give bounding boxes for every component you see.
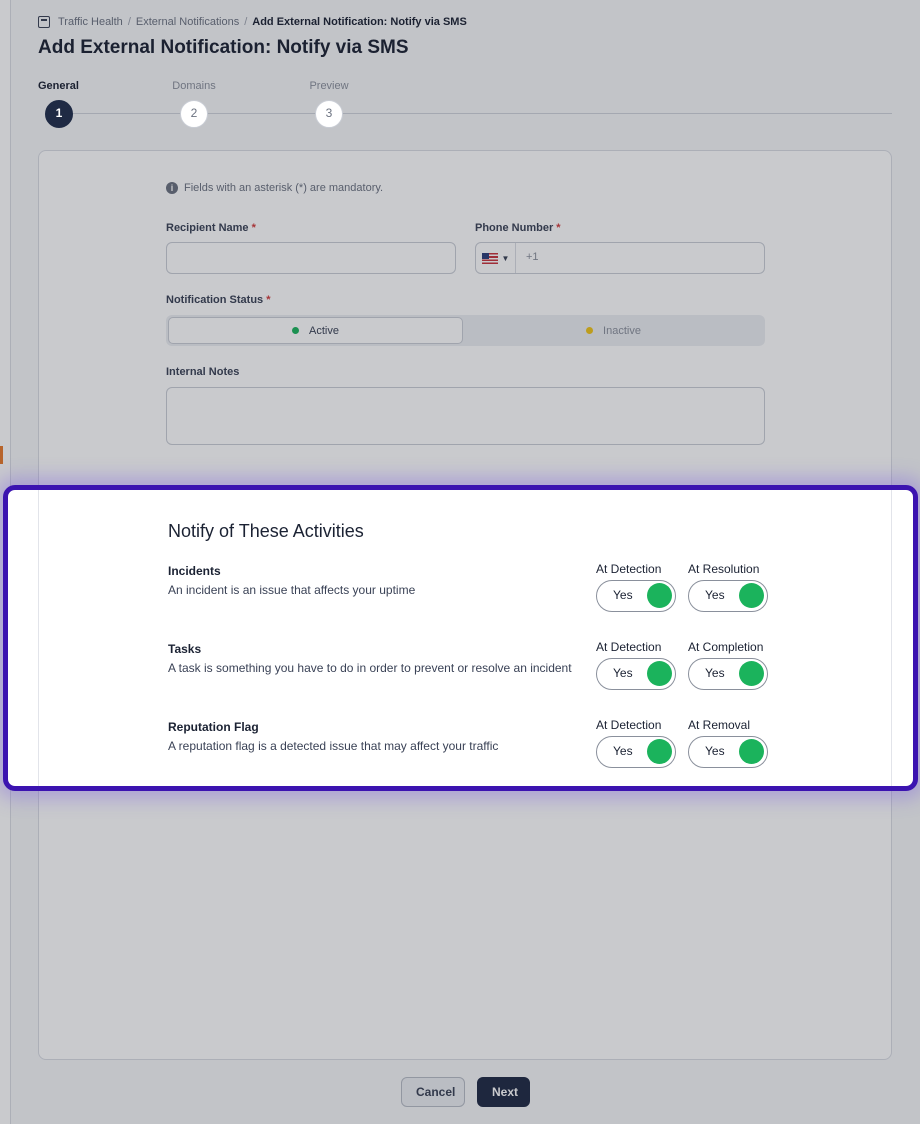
mandatory-hint-text: Fields with an asterisk (*) are mandator… (184, 182, 384, 194)
phone-number-input[interactable]: ▼ +1 (475, 242, 765, 274)
recipient-name-input[interactable] (166, 242, 456, 274)
step-general[interactable]: General 1 (38, 78, 80, 128)
toggle-label: At Detection (596, 562, 662, 576)
card-edge-left (38, 490, 39, 786)
toggle-value: Yes (705, 588, 725, 602)
activity-name: Incidents (168, 564, 221, 578)
breadcrumb-traffic-health[interactable]: Traffic Health (58, 16, 123, 28)
breadcrumb-separator: / (127, 16, 131, 28)
toggle-knob (647, 661, 672, 686)
step-preview[interactable]: Preview 3 (304, 78, 354, 128)
activities-title: Notify of These Activities (168, 521, 364, 541)
mandatory-hint: i Fields with an asterisk (*) are mandat… (166, 182, 383, 194)
page-title: Add External Notification: Notify via SM… (38, 37, 409, 58)
toggle-label: At Resolution (688, 562, 760, 576)
activity-description: A reputation flag is a detected issue th… (168, 739, 499, 753)
country-code-select[interactable]: ▼ (476, 243, 516, 273)
info-icon: i (166, 182, 178, 194)
step-number: 1 (45, 100, 73, 128)
step-label: Domains (172, 80, 216, 92)
breadcrumb-separator: / (244, 16, 248, 28)
incidents-resolution-toggle[interactable]: Yes (688, 580, 768, 612)
toggle-value: Yes (613, 744, 633, 758)
notification-status-label-text: Notification Status (166, 294, 264, 306)
cancel-button[interactable]: Cancel (401, 1077, 465, 1107)
chevron-down-icon: ▼ (501, 253, 510, 263)
status-option-label: Active (309, 324, 339, 337)
incidents-detection-control: At Detection Yes (596, 562, 676, 612)
internal-notes-label: Internal Notes (166, 366, 240, 378)
status-option-active[interactable]: Active (168, 317, 463, 344)
reputation-removal-toggle[interactable]: Yes (688, 736, 768, 768)
reputation-removal-control: At Removal Yes (688, 718, 768, 768)
incidents-resolution-control: At Resolution Yes (688, 562, 768, 612)
us-flag-icon (481, 252, 498, 264)
activity-name: Tasks (168, 642, 202, 656)
active-status-dot-icon (292, 327, 300, 334)
toggle-label: At Completion (688, 640, 764, 654)
toggle-label: At Detection (596, 718, 662, 732)
incidents-detection-toggle[interactable]: Yes (596, 580, 676, 612)
toggle-value: Yes (705, 666, 725, 680)
toggle-knob (739, 661, 764, 686)
breadcrumb-external-notifications[interactable]: External Notifications (136, 16, 239, 28)
toggle-knob (647, 583, 672, 608)
required-marker: * (251, 222, 256, 234)
notification-status-label: Notification Status * (166, 294, 271, 306)
breadcrumb-current: Add External Notification: Notify via SM… (252, 16, 467, 28)
footer-actions: Cancel Next (401, 1077, 530, 1107)
toggle-knob (739, 583, 764, 608)
activity-description: An incident is an issue that affects you… (168, 583, 416, 597)
status-option-inactive[interactable]: Inactive (466, 317, 761, 344)
activity-reputation-flag: Reputation Flag A reputation flag is a d… (168, 720, 498, 753)
activity-name: Reputation Flag (168, 720, 259, 734)
phone-number-label: Phone Number * (475, 222, 561, 234)
toggle-knob (647, 739, 672, 764)
next-button[interactable]: Next (477, 1077, 530, 1107)
internal-notes-textarea[interactable] (166, 387, 765, 445)
reputation-detection-control: At Detection Yes (596, 718, 676, 768)
step-number: 3 (315, 100, 343, 128)
tasks-completion-control: At Completion Yes (688, 640, 768, 690)
breadcrumb: Traffic Health / External Notifications … (38, 16, 467, 28)
toggle-knob (739, 739, 764, 764)
step-label: General (38, 80, 79, 92)
recipient-name-label-text: Recipient Name (166, 222, 249, 234)
toggle-value: Yes (613, 666, 633, 680)
step-label: Preview (309, 80, 349, 92)
sidebar-tab-marker[interactable] (0, 446, 3, 464)
activities-panel: Notify of These Activities Incidents An … (3, 485, 918, 791)
toggle-label: At Removal (688, 718, 751, 732)
step-domains[interactable]: Domains 2 (168, 78, 220, 128)
required-marker: * (266, 294, 271, 306)
dashboard-icon (38, 16, 50, 28)
toggle-value: Yes (705, 744, 725, 758)
phone-number-label-text: Phone Number (475, 222, 554, 234)
tasks-detection-toggle[interactable]: Yes (596, 658, 676, 690)
toggle-value: Yes (613, 588, 633, 602)
reputation-detection-toggle[interactable]: Yes (596, 736, 676, 768)
toggle-label: At Detection (596, 640, 662, 654)
activity-description: A task is something you have to do in or… (168, 661, 572, 675)
activity-tasks: Tasks A task is something you have to do… (168, 642, 572, 675)
inactive-status-dot-icon (586, 327, 594, 334)
tasks-detection-control: At Detection Yes (596, 640, 676, 690)
status-option-label: Inactive (603, 324, 641, 337)
required-marker: * (556, 222, 561, 234)
tasks-completion-toggle[interactable]: Yes (688, 658, 768, 690)
activity-incidents: Incidents An incident is an issue that a… (168, 564, 415, 597)
notification-status-toggle: Active Inactive (166, 315, 765, 346)
step-number: 2 (180, 100, 208, 128)
stepper: General 1 Domains 2 Preview 3 (38, 78, 892, 128)
phone-number-value: +1 (526, 251, 539, 263)
card-edge-right (891, 490, 892, 786)
recipient-name-label: Recipient Name * (166, 222, 256, 234)
